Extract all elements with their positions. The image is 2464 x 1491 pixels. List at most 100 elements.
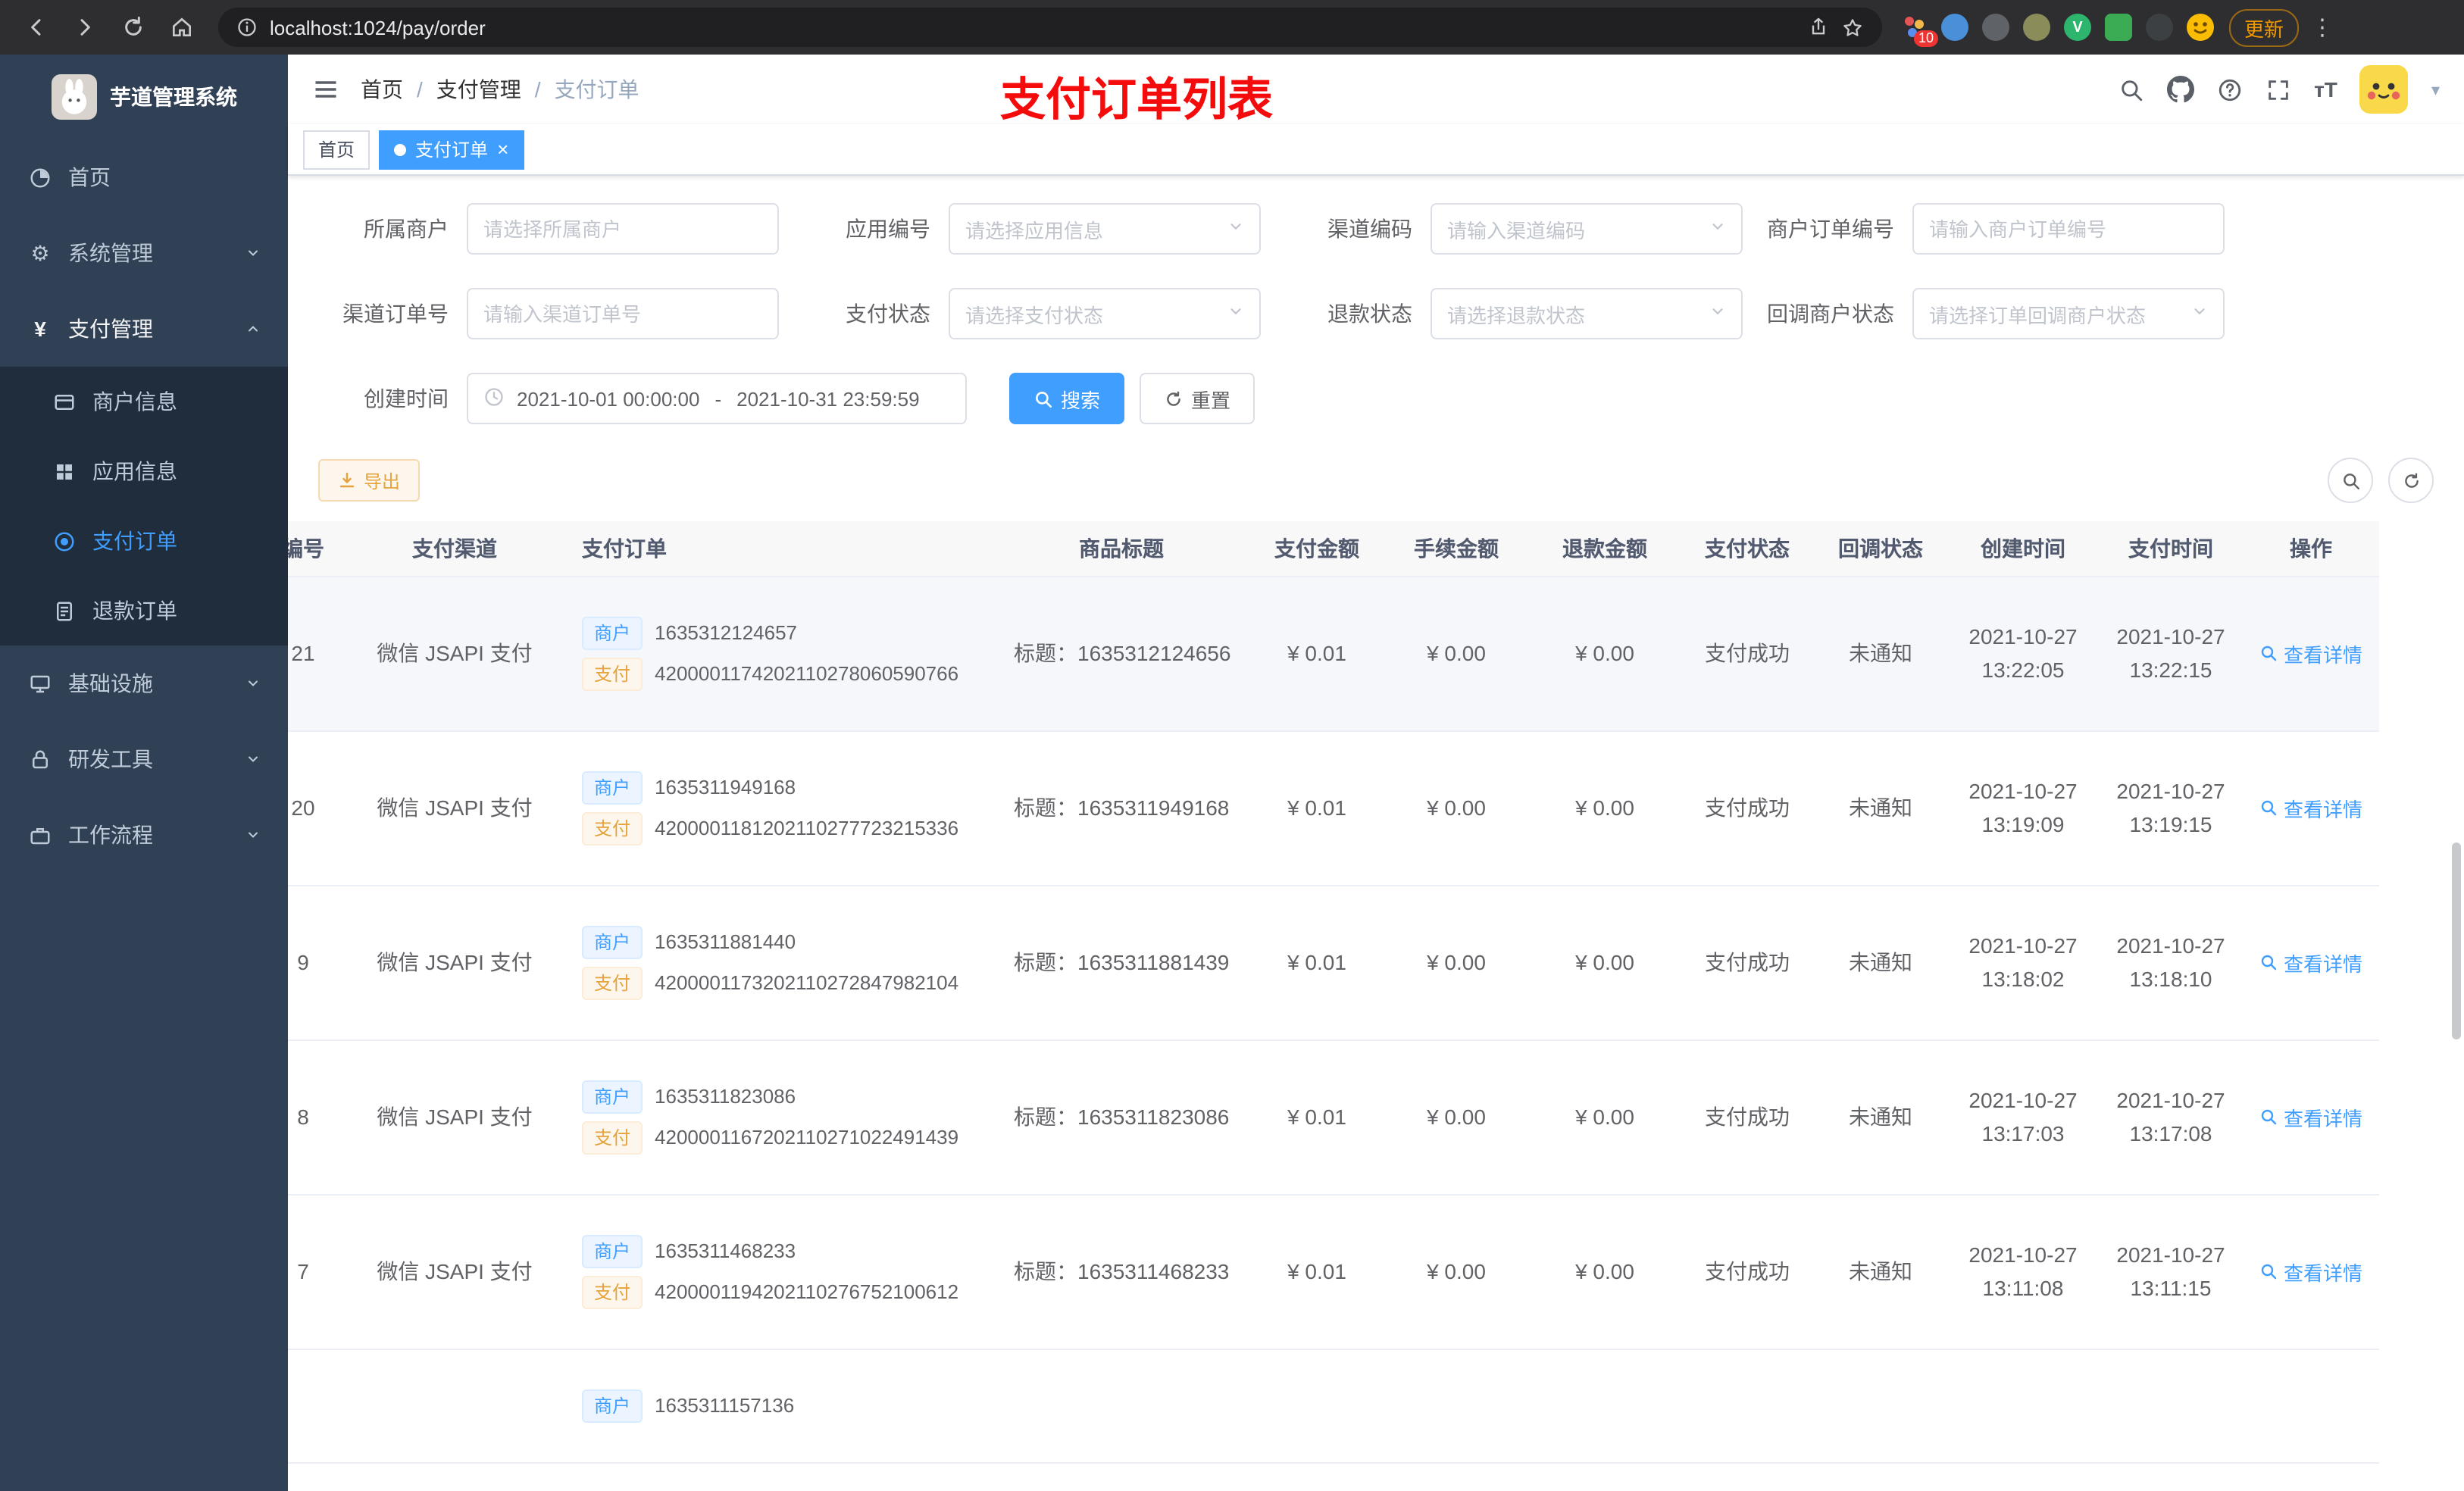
- extensions-cluster: 10 V: [1900, 14, 2214, 47]
- view-detail-link[interactable]: 查看详情: [2259, 639, 2362, 667]
- notify-status: 未通知: [1814, 885, 1947, 1040]
- sidebar-item-payment[interactable]: ¥ 支付管理: [0, 291, 288, 367]
- pay-status-select[interactable]: 请选择支付状态: [949, 288, 1261, 339]
- forward-icon[interactable]: [65, 8, 105, 47]
- channel-code-select[interactable]: 请输入渠道编码: [1431, 203, 1743, 255]
- gear-icon: ⚙: [30, 240, 50, 264]
- col-title: 商品标题: [993, 521, 1250, 577]
- extension-icon-colordots[interactable]: 10: [1900, 14, 1938, 47]
- search-icon[interactable]: [2118, 77, 2144, 102]
- font-size-icon[interactable]: тT: [2314, 77, 2337, 102]
- avatar[interactable]: [2359, 65, 2409, 114]
- extension-icon-pin[interactable]: [2146, 14, 2173, 41]
- sidebar-item-system[interactable]: ⚙ 系统管理: [0, 215, 288, 291]
- avatar-caret-icon[interactable]: ▾: [2431, 80, 2440, 99]
- scrollbar-thumb[interactable]: [2452, 842, 2461, 1039]
- reset-button[interactable]: 重置: [1140, 373, 1255, 424]
- breadcrumb-section[interactable]: 支付管理: [436, 74, 521, 105]
- select-placeholder: 请选择订单回调商户状态: [1929, 304, 2147, 327]
- merchant-input-field[interactable]: [483, 217, 762, 240]
- channel-order-no-field[interactable]: [483, 302, 762, 325]
- bookmark-star-icon[interactable]: [1841, 16, 1864, 39]
- sidebar-item-label: 支付订单: [92, 529, 177, 553]
- view-detail-link[interactable]: 查看详情: [2259, 793, 2362, 822]
- sidebar-item-workflow[interactable]: 工作流程: [0, 797, 288, 873]
- share-icon[interactable]: [1808, 17, 1829, 38]
- view-detail-link[interactable]: 查看详情: [2259, 1257, 2362, 1286]
- browser-menu-icon[interactable]: ⋮: [2311, 14, 2334, 41]
- url-text[interactable]: localhost:1024/pay/order: [270, 16, 1796, 39]
- create-time-range-picker[interactable]: 2021-10-01 00:00:00 - 2021-10-31 23:59:5…: [467, 373, 967, 424]
- pay-order-no: 4200001173202110272847982104: [655, 971, 959, 994]
- home-icon[interactable]: [162, 8, 202, 47]
- chevron-down-icon: [245, 823, 261, 847]
- table-row[interactable]: 21 微信 JSAPI 支付 商户 1635312124657 支付 4200001…: [288, 576, 2379, 731]
- created-time: 2021-10-27 13:17:03: [1947, 1039, 2099, 1195]
- table-row[interactable]: 8 微信 JSAPI 支付 商户 1635311823086 支付 42000011…: [288, 1039, 2379, 1195]
- export-button[interactable]: 导出: [318, 459, 421, 502]
- extension-icon-green-circle[interactable]: V: [2064, 14, 2091, 41]
- view-detail-link[interactable]: 查看详情: [2259, 1102, 2362, 1131]
- col-id: 编号: [288, 521, 349, 577]
- date-end: 2021-10-31 23:59:59: [736, 387, 920, 410]
- refund-status-select[interactable]: 请选择退款状态: [1431, 288, 1743, 339]
- pay-channel: [349, 1349, 561, 1463]
- extension-icon-gray2[interactable]: [2023, 14, 2050, 41]
- reload-icon[interactable]: [114, 8, 153, 47]
- breadcrumb-home[interactable]: 首页: [361, 74, 403, 105]
- table-row[interactable]: 20 微信 JSAPI 支付 商户 1635311949168 支付 4200001…: [288, 730, 2379, 886]
- extension-icon-green-square[interactable]: [2105, 14, 2132, 41]
- sidebar-item-label: 基础设施: [68, 671, 153, 695]
- merchant-input[interactable]: [467, 203, 779, 255]
- back-icon[interactable]: [17, 8, 56, 47]
- sidebar-logo[interactable]: 芋道管理系统: [0, 55, 288, 139]
- sidebar-item-home[interactable]: 首页: [0, 139, 288, 215]
- merchant-order-no-input[interactable]: [1912, 203, 2225, 255]
- site-info-icon[interactable]: [236, 17, 258, 38]
- sidebar-item-merchant-info[interactable]: 商户信息: [0, 367, 288, 436]
- tab-pay-order[interactable]: 支付订单 ×: [379, 130, 524, 169]
- goods-title: 标题：1635311949168: [993, 730, 1250, 886]
- refresh-table-button[interactable]: [2388, 458, 2434, 503]
- merchant-order-no: 1635311881440: [655, 930, 796, 953]
- table-row[interactable]: 7 微信 JSAPI 支付 商户 1635311468233 支付 42000011…: [288, 1194, 2379, 1349]
- search-button[interactable]: 搜索: [1009, 373, 1125, 424]
- col-channel: 支付渠道: [349, 521, 561, 577]
- notify-status-select[interactable]: 请选择订单回调商户状态: [1912, 288, 2225, 339]
- chrome-update-button[interactable]: 更新: [2229, 8, 2300, 46]
- sidebar-item-devtools[interactable]: 研发工具: [0, 721, 288, 797]
- sidebar-item-refund-order[interactable]: 退款订单: [0, 576, 288, 645]
- toggle-search-button[interactable]: [2328, 458, 2373, 503]
- sidebar-collapse-icon[interactable]: [312, 76, 339, 103]
- filter-form: 所属商户 应用编号 请选择应用信息: [288, 176, 2464, 424]
- payment-submenu: 商户信息 应用信息 支付订单 退款订单: [0, 367, 288, 645]
- address-bar[interactable]: localhost:1024/pay/order: [218, 8, 1882, 47]
- github-icon[interactable]: [2167, 76, 2195, 103]
- extension-icon-drop[interactable]: [1941, 14, 1968, 41]
- chevron-down-icon: [1227, 300, 1244, 327]
- action-cell: 查看详情: [2243, 885, 2379, 1040]
- pay-tag: 支付: [582, 1275, 643, 1308]
- tab-home[interactable]: 首页: [303, 130, 371, 169]
- extension-icon-gray1[interactable]: [1982, 14, 2009, 41]
- close-icon[interactable]: ×: [497, 139, 508, 159]
- chevron-down-icon: [245, 747, 261, 771]
- table-row[interactable]: 9 微信 JSAPI 支付 商户 1635311881440 支付 42000011…: [288, 885, 2379, 1040]
- app-no-select[interactable]: 请选择应用信息: [949, 203, 1261, 255]
- search-button-label: 搜索: [1061, 389, 1101, 411]
- fullscreen-icon[interactable]: [2265, 77, 2291, 102]
- help-icon[interactable]: [2217, 77, 2243, 102]
- channel-order-no-input[interactable]: [467, 288, 779, 339]
- action-cell: 查看详情: [2243, 1039, 2379, 1195]
- view-detail-link[interactable]: 查看详情: [2259, 948, 2362, 977]
- created-time: 2021-10-27 13:19:09: [1947, 730, 2099, 886]
- merchant-order-no-field[interactable]: [1929, 217, 2208, 240]
- sidebar-item-infra[interactable]: 基础设施: [0, 645, 288, 721]
- table-row-partial[interactable]: 商户 1635311157136: [288, 1349, 2379, 1463]
- sidebar-item-pay-order[interactable]: 支付订单: [0, 506, 288, 576]
- action-cell: 查看详情: [2243, 1194, 2379, 1349]
- notify-status: 未通知: [1814, 1194, 1947, 1349]
- extension-icon-emoji[interactable]: [2187, 14, 2214, 41]
- col-refund: 退款金额: [1529, 521, 1681, 577]
- sidebar-item-app-info[interactable]: 应用信息: [0, 436, 288, 506]
